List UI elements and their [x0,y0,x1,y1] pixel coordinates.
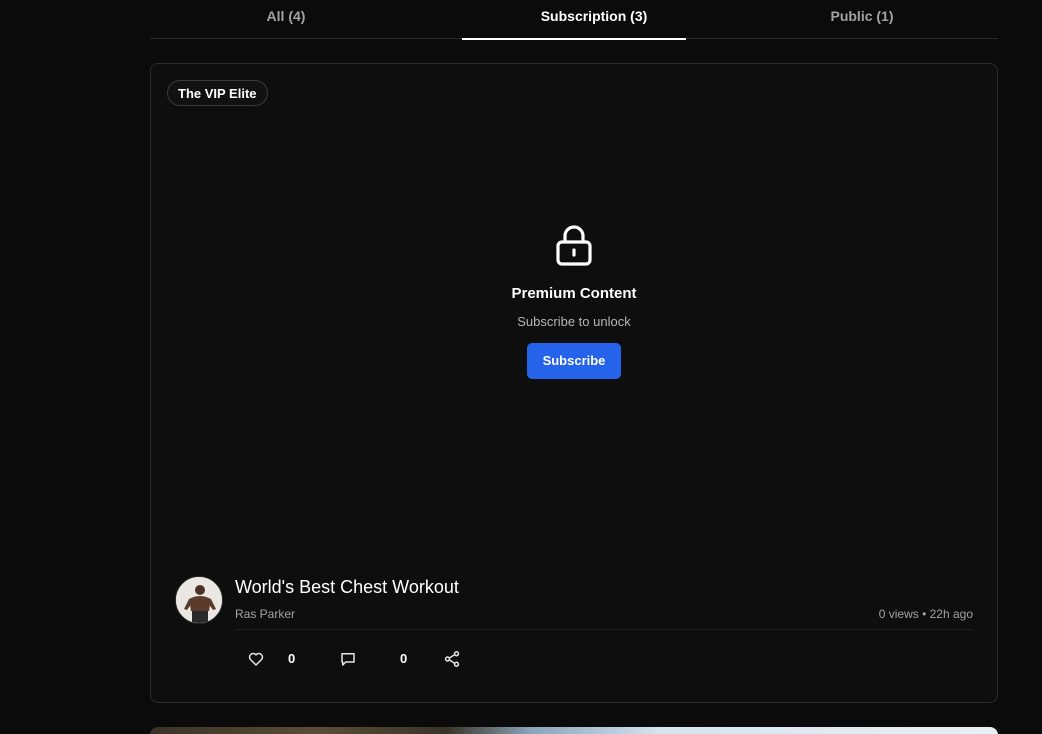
lock-icon [554,224,594,268]
page: All (4) Subscription (3) Public (1) The … [0,0,1042,734]
post-stats: 0 views • 22h ago [878,607,973,621]
like-count: 0 [288,651,296,666]
heart-icon [247,650,265,668]
tab-subscription[interactable]: Subscription (3) [462,0,726,40]
comment-button[interactable] [339,649,357,669]
comment-count: 0 [400,651,408,666]
locked-title: Premium Content [511,285,637,302]
share-icon [443,650,461,668]
avatar[interactable] [175,576,223,624]
next-post-card-preview[interactable] [150,727,998,734]
subscribe-button[interactable]: Subscribe [527,343,621,379]
tab-public[interactable]: Public (1) [726,0,998,39]
divider [235,629,973,630]
locked-subtitle: Subscribe to unlock [517,314,631,329]
post-title[interactable]: World's Best Chest Workout [235,577,459,598]
tier-badge: The VIP Elite [167,80,268,106]
tab-all[interactable]: All (4) [150,0,422,39]
author-name[interactable]: Ras Parker [235,607,295,621]
comment-icon [339,650,357,668]
locked-content: Premium Content Subscribe to unlock Subs… [151,224,997,379]
like-button[interactable] [247,649,265,669]
content-tabs: All (4) Subscription (3) Public (1) [150,0,998,40]
share-button[interactable] [443,649,461,669]
post-card: The VIP Elite Premium Content Subscribe … [150,63,998,703]
